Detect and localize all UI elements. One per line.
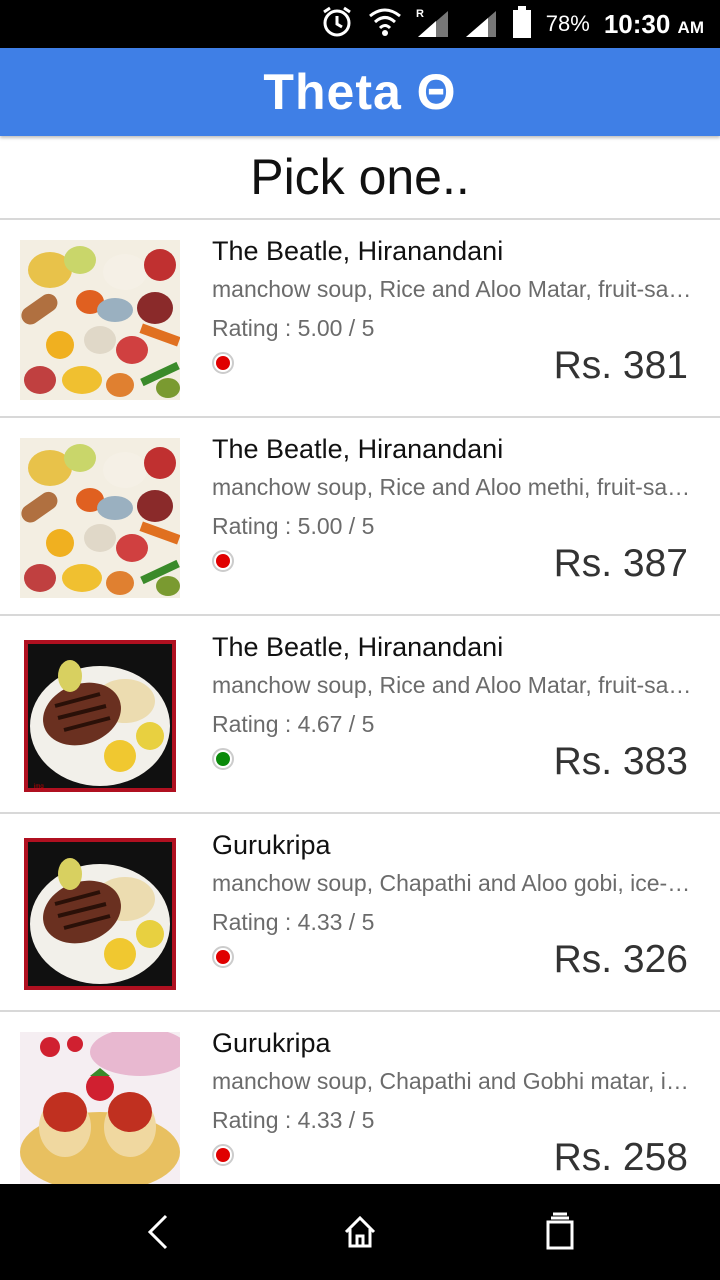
veg-status-indicator [212,352,234,374]
svg-text:img: img [34,784,44,790]
restaurant-list[interactable]: The Beatle, Hiranandani manchow soup, Ri… [0,218,720,1186]
restaurant-name: Gurukripa [212,830,331,860]
veg-status-indicator [212,946,234,968]
status-bar: R 78% 10:30 AM [0,0,720,48]
veg-status-indicator [212,748,234,770]
list-item[interactable]: img The Beatle, Hiranandani manchow soup… [0,616,720,814]
menu-items: manchow soup, Chapathi and Aloo gobi, ic… [212,870,692,896]
list-item[interactable]: Gurukripa manchow soup, Chapathi and Alo… [0,814,720,1012]
alarm-icon [320,5,354,44]
menu-items: manchow soup, Rice and Aloo Matar, fruit… [212,276,692,302]
menu-items: manchow soup, Chapathi and Gobhi matar, … [212,1068,692,1094]
clock: 10:30 AM [604,9,704,40]
food-image: img [20,636,180,796]
navigation-bar [0,1184,720,1280]
app-bar: Theta Θ [0,48,720,136]
signal-roaming-icon: R [416,7,450,42]
clock-ampm: AM [677,17,704,37]
page-heading: Pick one.. [250,149,470,205]
restaurant-name: The Beatle, Hiranandani [212,632,504,662]
food-image [20,438,180,598]
signal-icon [464,7,498,42]
svg-text:R: R [416,8,424,20]
home-icon[interactable] [340,1212,380,1252]
rating-text: Rating : 4.33 / 5 [212,1107,375,1133]
food-image [20,1032,180,1186]
rating-text: Rating : 4.67 / 5 [212,711,375,737]
clock-time: 10:30 [603,8,671,39]
food-image [20,240,180,400]
food-image [20,834,180,994]
wifi-icon [368,7,402,42]
veg-status-indicator [212,1144,234,1166]
menu-items: manchow soup, Rice and Aloo methi, fruit… [212,474,692,500]
back-icon[interactable] [138,1212,178,1252]
veg-status-indicator [212,550,234,572]
recents-icon[interactable] [540,1212,580,1252]
restaurant-name: Gurukripa [212,1028,331,1058]
battery-percent: 78% [545,11,590,36]
app-title: Theta Θ [263,64,457,120]
rating-text: Rating : 5.00 / 5 [212,315,375,341]
restaurant-name: The Beatle, Hiranandani [212,236,504,266]
menu-items: manchow soup, Rice and Aloo Matar, fruit… [212,672,692,698]
rating-text: Rating : 5.00 / 5 [212,513,375,539]
restaurant-name: The Beatle, Hiranandani [212,434,504,464]
list-item[interactable]: The Beatle, Hiranandani manchow soup, Ri… [0,418,720,616]
battery-icon [512,5,532,43]
price: Rs. 383 [553,740,688,783]
price: Rs. 387 [553,542,688,585]
price: Rs. 326 [553,938,688,981]
list-item[interactable]: Gurukripa manchow soup, Chapathi and Gob… [0,1012,720,1186]
price: Rs. 258 [553,1136,688,1179]
rating-text: Rating : 4.33 / 5 [212,909,375,935]
list-item[interactable]: The Beatle, Hiranandani manchow soup, Ri… [0,220,720,418]
price: Rs. 381 [553,344,688,387]
